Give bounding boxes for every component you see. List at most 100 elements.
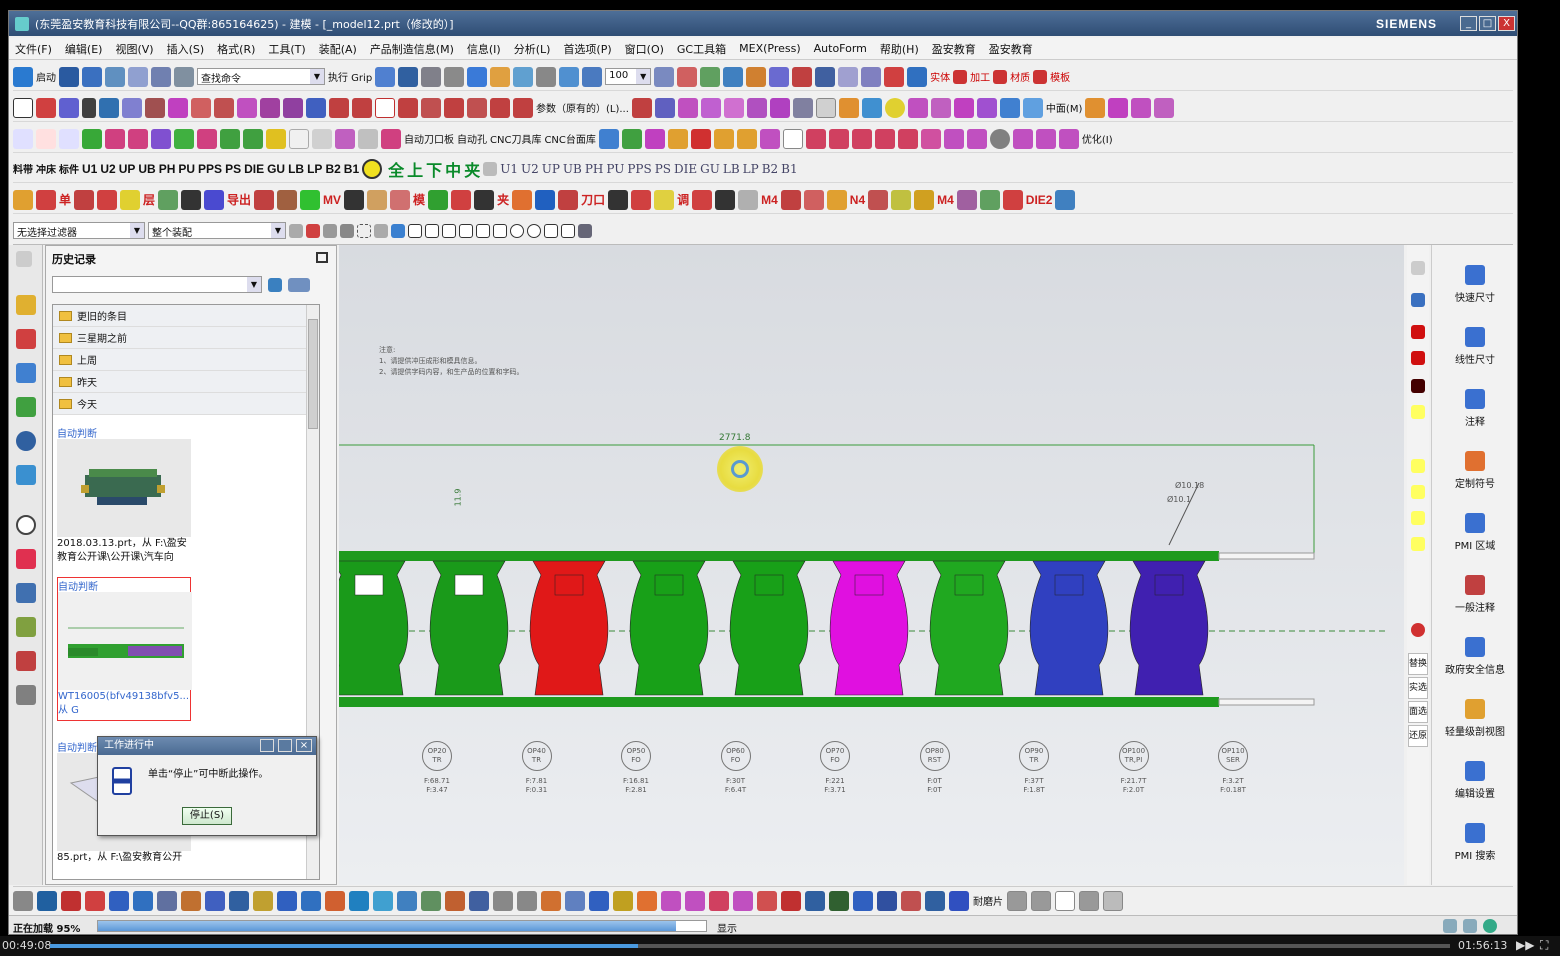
seek-bar[interactable]: [50, 944, 1450, 948]
card-thumbnail[interactable]: [58, 592, 192, 690]
bottom-doc-icon-2[interactable]: [1055, 890, 1075, 911]
move-icon[interactable]: [559, 66, 580, 87]
bead-icon[interactable]: [874, 128, 895, 149]
punch-icon[interactable]: [174, 128, 194, 149]
green-tool-2[interactable]: 下: [426, 157, 442, 181]
menu-item-15[interactable]: 帮助(H): [880, 41, 919, 57]
palette-icon[interactable]: [16, 549, 36, 569]
sheet-icon[interactable]: [621, 128, 642, 149]
bottom-tool-icon-16[interactable]: [397, 890, 417, 911]
project-icon[interactable]: [490, 97, 510, 118]
move-up-button[interactable]: UP: [542, 162, 560, 176]
nitrogen-spring-icon[interactable]: [82, 128, 102, 149]
tool5-icon-10[interactable]: [300, 189, 321, 210]
jog-icon[interactable]: [759, 128, 780, 149]
zoom-select[interactable]: 100: [605, 68, 652, 85]
start-icon[interactable]: [13, 66, 33, 87]
pal-icon-10[interactable]: [1411, 537, 1425, 551]
bottom-tool-icon-30[interactable]: [733, 890, 753, 911]
standard-up-icon[interactable]: 标件: [59, 161, 79, 176]
snap-line-icon[interactable]: [442, 223, 456, 238]
unbend-icon[interactable]: [690, 128, 711, 149]
bridge-icon[interactable]: [467, 97, 487, 118]
bottom-tool-icon-20[interactable]: [493, 890, 513, 911]
export-flat-icon[interactable]: [1035, 128, 1056, 149]
green-tool-1[interactable]: 上: [407, 157, 423, 181]
process-studio-icon[interactable]: [16, 583, 36, 603]
body-select-icon[interactable]: [391, 223, 405, 238]
plate-icon[interactable]: [220, 128, 240, 149]
cylinder-icon[interactable]: [861, 97, 882, 118]
pmi-tool-8[interactable]: 编辑设置: [1432, 761, 1517, 800]
tool5-icon-16[interactable]: [474, 189, 495, 210]
tool5-label-9[interactable]: N4: [850, 193, 865, 207]
sketch-icon[interactable]: [861, 66, 882, 87]
tool5-label-11[interactable]: DIE2: [1026, 193, 1053, 207]
corner-relief-icon[interactable]: [966, 128, 987, 149]
tool5-icon-14[interactable]: [428, 189, 449, 210]
bottom-tool-icon-11[interactable]: [277, 890, 297, 911]
tab-icon[interactable]: [713, 128, 734, 149]
bolt-icon[interactable]: [243, 128, 263, 149]
material-label[interactable]: 材质: [1010, 69, 1030, 84]
bend-icon[interactable]: [667, 128, 688, 149]
rect-select-icon[interactable]: [357, 223, 371, 238]
pal-icon-7[interactable]: [1411, 459, 1425, 473]
bottom-tool-icon-0[interactable]: [13, 890, 33, 911]
display-icon[interactable]: [536, 66, 557, 87]
snap-center-icon[interactable]: [510, 223, 524, 238]
spline-icon[interactable]: [122, 97, 142, 118]
bottom-doc-icon-3[interactable]: [1079, 890, 1099, 911]
wear-plate-button[interactable]: 耐磨片: [973, 893, 1003, 908]
pmi-tool-0[interactable]: 快速尺寸: [1432, 265, 1517, 304]
bottom-tool-icon-35[interactable]: [853, 890, 873, 911]
menu-item-16[interactable]: 盈安教育: [932, 41, 976, 57]
selection-filter-select[interactable]: 无选择过滤器: [13, 222, 145, 239]
point-icon[interactable]: [700, 66, 721, 87]
hd3d-icon[interactable]: [16, 465, 36, 485]
orient-icon[interactable]: [490, 66, 511, 87]
dialog-minimize-icon[interactable]: [260, 739, 274, 752]
menu-item-7[interactable]: 产品制造信息(M): [370, 41, 454, 57]
grid-icon[interactable]: [59, 128, 79, 149]
menu-item-14[interactable]: AutoForm: [814, 42, 867, 55]
reuse-lib-icon[interactable]: [16, 397, 36, 417]
punch-up-icon[interactable]: 冲床: [36, 161, 56, 176]
move-b1-button[interactable]: B1: [781, 162, 797, 176]
emboss-icon[interactable]: [943, 128, 964, 149]
shadow-icon[interactable]: [36, 128, 56, 149]
bottom-tool-icon-33[interactable]: [805, 890, 825, 911]
measure-icon[interactable]: [746, 66, 767, 87]
cnc-table-lib-button[interactable]: CNC台面库: [544, 131, 595, 146]
bottom-tool-icon-8[interactable]: [205, 890, 225, 911]
box-icon[interactable]: [375, 97, 395, 118]
panel-maximize-icon[interactable]: [316, 252, 328, 263]
bottom-tool-icon-25[interactable]: [613, 890, 633, 911]
tool5-icon-3[interactable]: [97, 189, 118, 210]
dimension-icon[interactable]: [884, 66, 905, 87]
menu-item-10[interactable]: 首选项(P): [563, 41, 611, 57]
surface-icon[interactable]: [700, 97, 721, 118]
status-icon-2[interactable]: [1463, 919, 1477, 933]
trim-icon[interactable]: [329, 97, 349, 118]
sm-icon[interactable]: [598, 128, 619, 149]
tool5-label-1[interactable]: 层: [143, 191, 155, 208]
history-folder-2[interactable]: 上周: [53, 349, 319, 371]
extrude-icon[interactable]: [145, 97, 165, 118]
palette-action-2[interactable]: 面选: [1408, 701, 1428, 723]
bottom-doc-icon-1[interactable]: [1031, 890, 1051, 911]
scroll-thumb[interactable]: [308, 319, 318, 429]
bottom-tool-icon-34[interactable]: [829, 890, 849, 911]
bottom-tool-icon-29[interactable]: [709, 890, 729, 911]
tool-icon[interactable]: [1085, 97, 1106, 118]
plate-ph-button[interactable]: PH: [159, 162, 176, 176]
tool5-label-4[interactable]: 模: [413, 191, 425, 208]
blank-icon[interactable]: [815, 97, 836, 118]
bottom-tool-icon-21[interactable]: [517, 890, 537, 911]
solid-color-icon[interactable]: [953, 69, 968, 84]
bottom-tool-icon-1[interactable]: [37, 890, 57, 911]
plate-u2-button[interactable]: U2: [100, 162, 115, 176]
tool5-icon-23[interactable]: [692, 189, 713, 210]
assembly-nav-icon[interactable]: [16, 295, 36, 315]
snap-icon[interactable]: [677, 66, 698, 87]
